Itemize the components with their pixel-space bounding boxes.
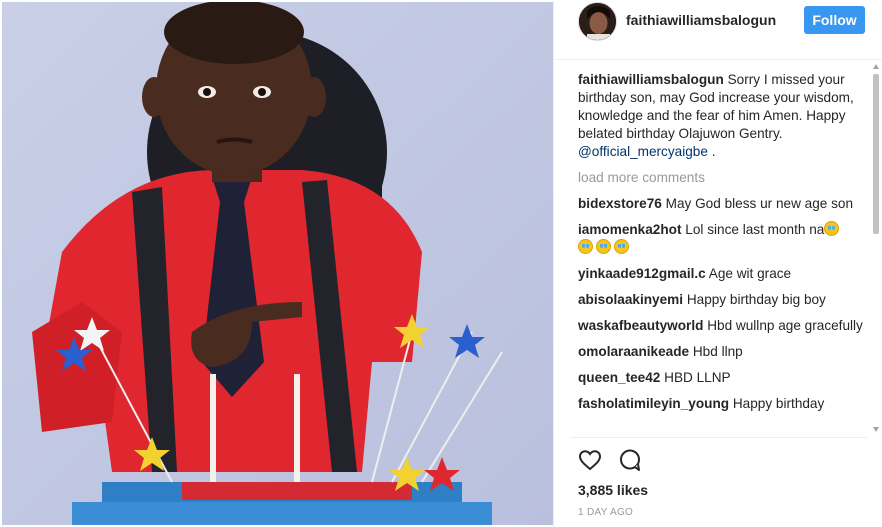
likes-count[interactable]: 3,885 likes [578, 482, 648, 498]
scroll-up-arrow-icon[interactable] [873, 64, 879, 69]
comment-item: waskafbeautyworld Hbd wullnp age gracefu… [578, 317, 869, 335]
crying-laughing-emoji [824, 221, 840, 236]
comment-text: Age wit grace [708, 266, 792, 281]
comment-container: bidexstore76 May God bless ur new age so… [578, 195, 869, 413]
actions-divider [570, 437, 867, 438]
caption: faithiawilliamsbalogun Sorry I missed yo… [578, 71, 869, 161]
comment-username[interactable]: waskafbeautyworld [578, 318, 703, 333]
scroll-down-arrow-icon[interactable] [873, 427, 879, 432]
comment-text: Hbd wullnp age gracefully [707, 318, 863, 333]
post-photo[interactable] [2, 2, 553, 525]
comment-text: Happy birthday [732, 396, 825, 411]
comment-text: HBD LLNP [664, 370, 731, 385]
post-photo-illustration [2, 2, 553, 525]
comments-scrollbar[interactable] [870, 62, 882, 434]
comment-username[interactable]: bidexstore76 [578, 196, 662, 211]
header-username[interactable]: faithiawilliamsbalogun [626, 12, 776, 28]
comment-text: Happy birthday big boy [686, 292, 826, 307]
comment-username[interactable]: fasholatimileyin_young [578, 396, 729, 411]
avatar[interactable] [578, 2, 617, 41]
crying-laughing-emoji [614, 239, 629, 254]
caption-mention[interactable]: @official_mercyaigbe [578, 144, 708, 159]
comment-username[interactable]: queen_tee42 [578, 370, 660, 385]
avatar-image [579, 3, 616, 40]
comment-item: bidexstore76 May God bless ur new age so… [578, 195, 869, 213]
comments-list[interactable]: faithiawilliamsbalogun Sorry I missed yo… [578, 71, 869, 437]
comment-username[interactable]: iamomenka2hot [578, 222, 682, 237]
post-header: faithiawilliamsbalogun Follow [554, 0, 882, 60]
post-side-panel: faithiawilliamsbalogun Follow faithiawil… [553, 0, 882, 527]
crying-laughing-emoji [596, 239, 611, 254]
comment-username[interactable]: omolaraanikeade [578, 344, 689, 359]
comment-item: fasholatimileyin_young Happy birthday [578, 395, 869, 413]
follow-button[interactable]: Follow [804, 6, 865, 34]
load-more-comments-link[interactable]: load more comments [578, 169, 869, 187]
scroll-thumb[interactable] [873, 74, 879, 234]
comment-text: Lol since last month na [685, 222, 825, 237]
comment-item: queen_tee42 HBD LLNP [578, 369, 869, 387]
comment-item: iamomenka2hot Lol since last month na [578, 221, 869, 257]
comment-item: yinkaade912gmail.c Age wit grace [578, 265, 869, 283]
caption-username[interactable]: faithiawilliamsbalogun [578, 72, 724, 87]
comment-username[interactable]: yinkaade912gmail.c [578, 266, 706, 281]
comment-username[interactable]: abisolaakinyemi [578, 292, 683, 307]
speech-bubble-icon[interactable] [618, 448, 644, 474]
caption-suffix: . [707, 144, 716, 159]
crying-laughing-emoji [578, 239, 593, 254]
comment-item: omolaraanikeade Hbd llnp [578, 343, 869, 361]
post-timestamp[interactable]: 1 DAY AGO [578, 507, 633, 518]
comment-text: May God bless ur new age son [665, 196, 854, 211]
comment-item: abisolaakinyemi Happy birthday big boy [578, 291, 869, 309]
comment-text: Hbd llnp [692, 344, 743, 359]
heart-icon[interactable] [578, 448, 604, 474]
